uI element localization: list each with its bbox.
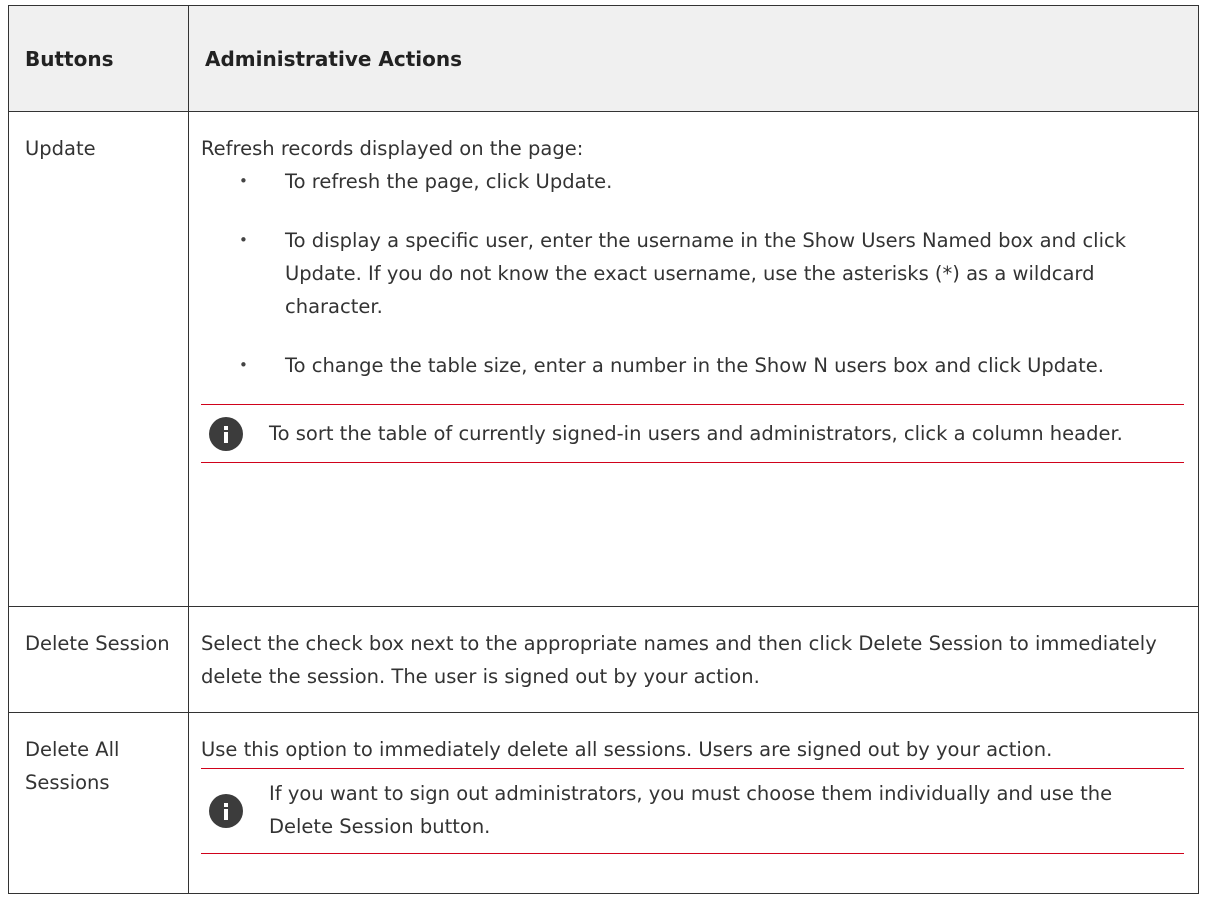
table-row-delete-session: Delete Session Select the check box next… xyxy=(8,606,1199,713)
button-name-cell: Delete All Sessions xyxy=(8,712,189,894)
list-item: To change the table size, enter a number… xyxy=(239,349,1188,382)
button-name-cell: Delete Session xyxy=(8,606,189,713)
list-item: To display a specific user, enter the us… xyxy=(239,224,1188,323)
action-intro: Use this option to immediately delete al… xyxy=(201,733,1184,769)
table-row-update: Update Refresh records displayed on the … xyxy=(8,111,1199,607)
action-intro: Refresh records displayed on the page: xyxy=(201,137,584,160)
info-icon xyxy=(209,794,243,828)
column-header-buttons: Buttons xyxy=(8,5,189,112)
list-item: To refresh the page, click Update. xyxy=(239,165,1188,198)
note-text: To sort the table of currently signed-in… xyxy=(269,422,1123,445)
column-header-administrative-actions: Administrative Actions xyxy=(188,5,1199,112)
button-name-cell: Update xyxy=(8,111,189,607)
action-cell: Use this option to immediately delete al… xyxy=(188,712,1199,894)
note-text: If you want to sign out administrators, … xyxy=(269,782,1113,838)
bullet-list: To refresh the page, click Update. To di… xyxy=(201,165,1188,382)
info-note: If you want to sign out administrators, … xyxy=(201,769,1184,854)
info-note: To sort the table of currently signed-in… xyxy=(201,404,1184,463)
action-cell: Select the check box next to the appropr… xyxy=(188,606,1199,713)
table-row-delete-all-sessions: Delete All Sessions Use this option to i… xyxy=(8,712,1199,894)
action-cell: Refresh records displayed on the page: T… xyxy=(188,111,1199,607)
info-icon xyxy=(209,416,243,451)
table-header-row: Buttons Administrative Actions xyxy=(8,5,1199,112)
administrative-actions-table: Buttons Administrative Actions Update Re… xyxy=(8,5,1199,894)
action-intro: Select the check box next to the appropr… xyxy=(201,632,1157,688)
